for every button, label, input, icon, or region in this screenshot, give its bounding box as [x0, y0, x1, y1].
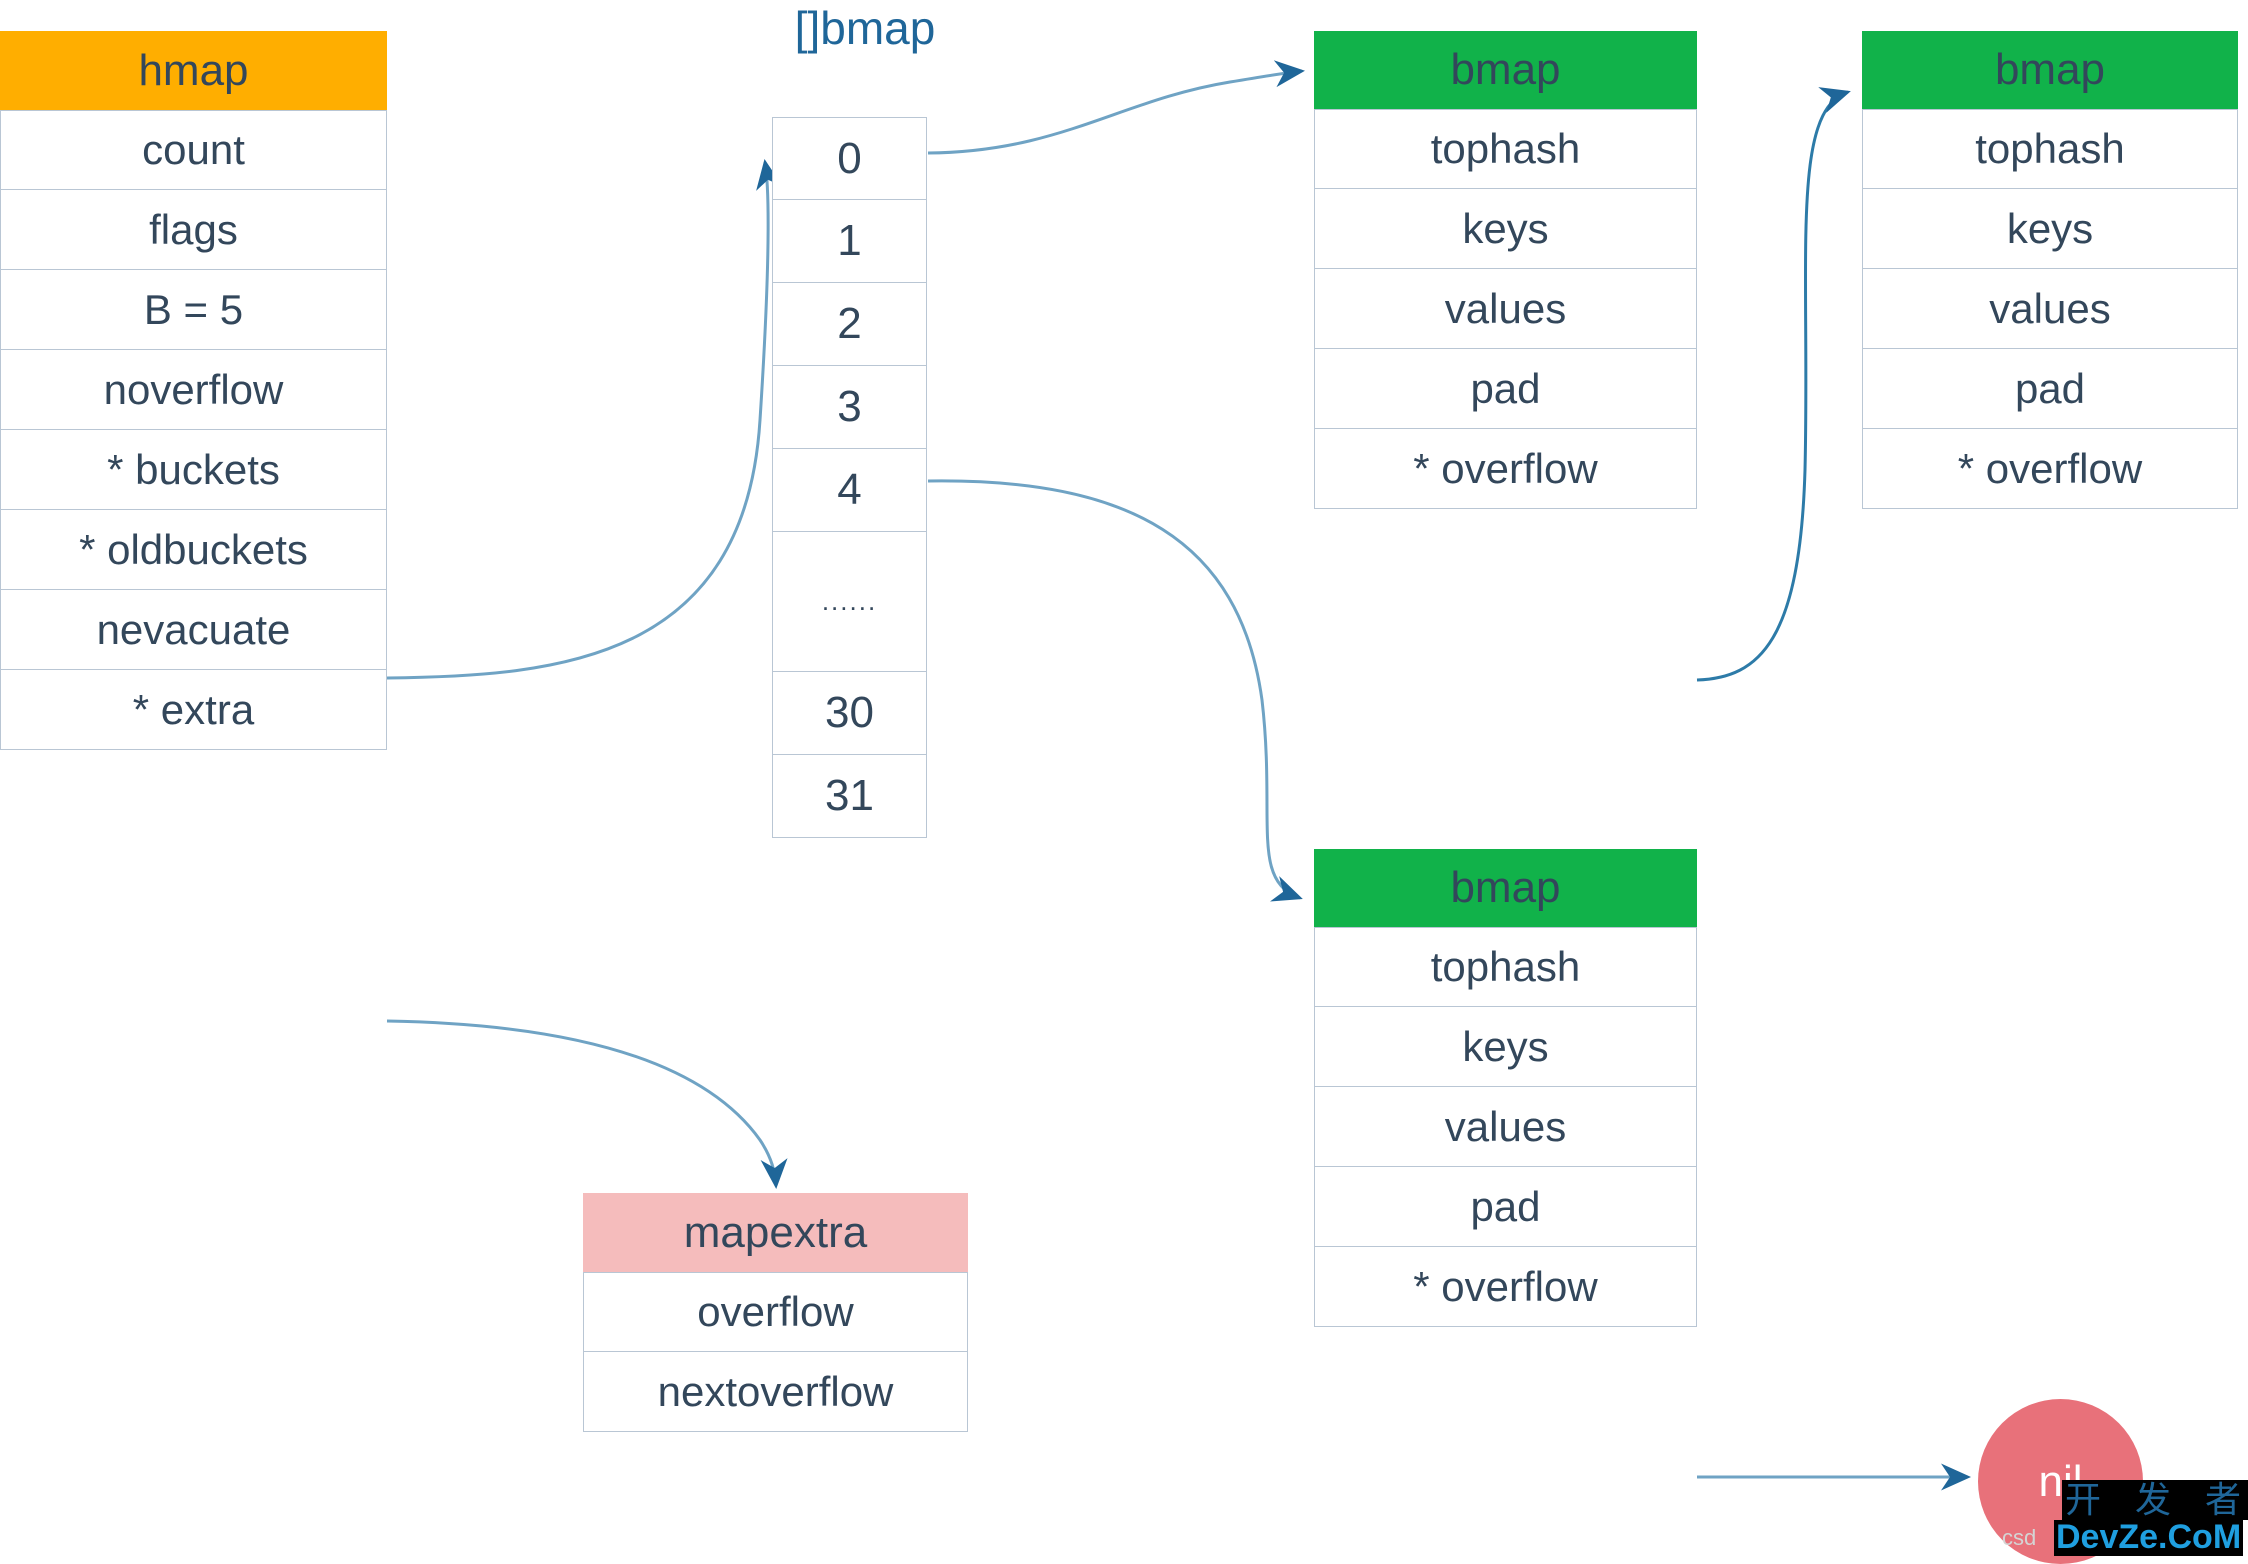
- bmap-struct-3: bmap tophash keys values pad * overflow: [1314, 849, 1697, 1327]
- hmap-field-oldbuckets[interactable]: * oldbuckets: [0, 510, 387, 590]
- wire-slot0-to-bmap1: [927, 60, 1305, 155]
- hmap-header: hmap: [0, 31, 387, 110]
- bmap-3-field-pad[interactable]: pad: [1314, 1167, 1697, 1247]
- mapextra-header: mapextra: [583, 1193, 968, 1272]
- bmap-3-field-keys[interactable]: keys: [1314, 1007, 1697, 1087]
- bmap-2-header: bmap: [1862, 31, 2238, 109]
- bmap-struct-2: bmap tophash keys values pad * overflow: [1862, 31, 2238, 509]
- bmap-1-field-keys[interactable]: keys: [1314, 189, 1697, 269]
- bmap-array-slot-4[interactable]: 4: [772, 449, 927, 532]
- hmap-field-b[interactable]: B = 5: [0, 270, 387, 350]
- bmap-1-header: bmap: [1314, 31, 1697, 109]
- bmap-array-slot-30[interactable]: 30: [772, 672, 927, 755]
- bmap-array-slot-2[interactable]: 2: [772, 283, 927, 366]
- bmap-3-field-tophash[interactable]: tophash: [1314, 927, 1697, 1007]
- hmap-field-noverflow[interactable]: noverflow: [0, 350, 387, 430]
- hmap-field-count[interactable]: count: [0, 110, 387, 190]
- bmap-2-field-keys[interactable]: keys: [1862, 189, 2238, 269]
- bmap-1-field-values[interactable]: values: [1314, 269, 1697, 349]
- mapextra-field-nextoverflow[interactable]: nextoverflow: [583, 1352, 968, 1432]
- hmap-struct: hmap count flags B = 5 noverflow * bucke…: [0, 31, 387, 750]
- bmap-struct-1: bmap tophash keys values pad * overflow: [1314, 31, 1697, 509]
- mapextra-struct: mapextra overflow nextoverflow: [583, 1193, 968, 1432]
- diagram-canvas: hmap count flags B = 5 noverflow * bucke…: [0, 0, 2248, 1564]
- wire-slot4-to-bmap3: [927, 479, 1303, 902]
- bmap-array-slot-1[interactable]: 1: [772, 200, 927, 283]
- bmap-2-field-overflow[interactable]: * overflow: [1862, 429, 2238, 509]
- bmap-array: 0 1 2 3 4 ...... 30 31: [772, 117, 927, 838]
- bmap-3-field-values[interactable]: values: [1314, 1087, 1697, 1167]
- hmap-field-buckets[interactable]: * buckets: [0, 430, 387, 510]
- hmap-field-extra[interactable]: * extra: [0, 670, 387, 750]
- bmap-array-title: []bmap: [794, 2, 936, 54]
- bmap-2-field-pad[interactable]: pad: [1862, 349, 2238, 429]
- hmap-field-flags[interactable]: flags: [0, 190, 387, 270]
- bmap-2-field-tophash[interactable]: tophash: [1862, 109, 2238, 189]
- bmap-array-slot-0[interactable]: 0: [772, 117, 927, 200]
- hmap-field-nevacuate[interactable]: nevacuate: [0, 590, 387, 670]
- wire-bmap1-overflow-to-bmap2: [1696, 87, 1851, 682]
- bmap-1-field-tophash[interactable]: tophash: [1314, 109, 1697, 189]
- bmap-3-field-overflow[interactable]: * overflow: [1314, 1247, 1697, 1327]
- bmap-1-field-overflow[interactable]: * overflow: [1314, 429, 1697, 509]
- mapextra-field-overflow[interactable]: overflow: [583, 1272, 968, 1352]
- nil-node: nil: [1978, 1399, 2143, 1564]
- bmap-array-slot-ellipsis: ......: [772, 532, 927, 672]
- bmap-2-field-values[interactable]: values: [1862, 269, 2238, 349]
- bmap-1-field-pad[interactable]: pad: [1314, 349, 1697, 429]
- wire-buckets-to-bmaparray: [386, 159, 783, 680]
- bmap-array-slot-3[interactable]: 3: [772, 366, 927, 449]
- wire-extra-to-mapextra: [386, 1019, 788, 1189]
- bmap-3-header: bmap: [1314, 849, 1697, 927]
- bmap-array-slot-31[interactable]: 31: [772, 755, 927, 838]
